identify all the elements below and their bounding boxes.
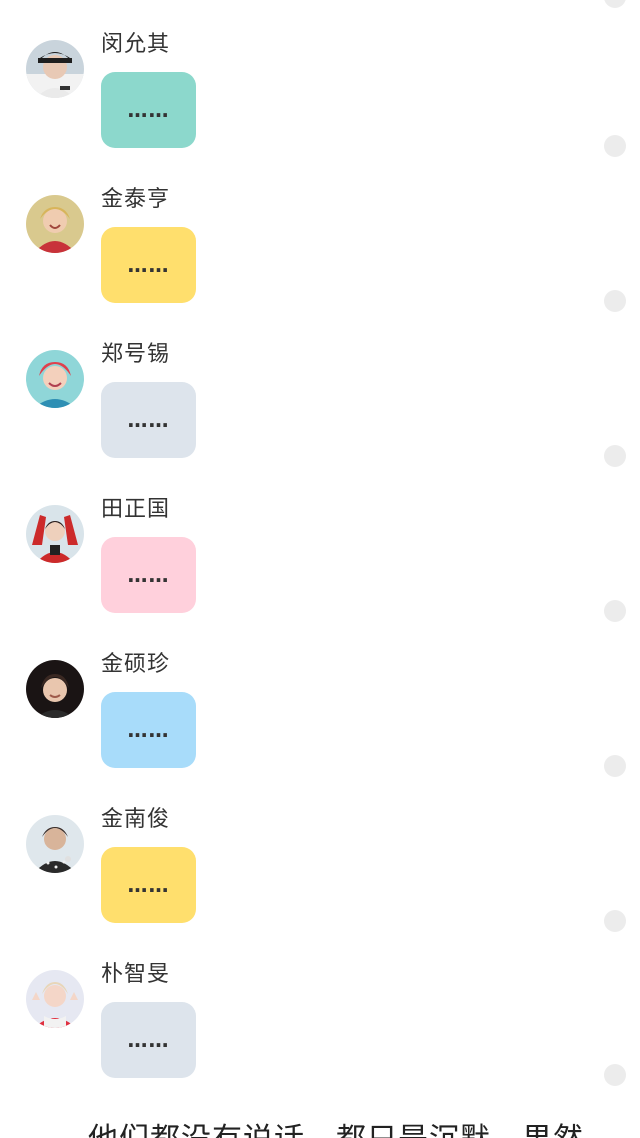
avatar-jungkook-image [26, 505, 84, 563]
read-indicator-dot [604, 445, 626, 467]
chat-message: 金硕珍 …… [0, 652, 640, 815]
read-indicator-dot [604, 910, 626, 932]
message-bubble[interactable]: …… [101, 72, 196, 148]
read-indicator-dot [604, 755, 626, 777]
chat-message: 闵允其 …… [0, 32, 640, 195]
avatar[interactable] [26, 40, 84, 98]
avatar[interactable] [26, 195, 84, 253]
read-indicator-dot [604, 135, 626, 157]
sender-name: 金硕珍 [101, 652, 171, 677]
read-indicator-dot [604, 0, 626, 8]
message-bubble[interactable]: …… [101, 692, 196, 768]
avatar[interactable] [26, 350, 84, 408]
message-bubble[interactable]: …… [101, 382, 196, 458]
chat-message: 金泰亨 …… [0, 187, 640, 350]
read-indicator-dot [604, 600, 626, 622]
chat-message: 金南俊 …… [0, 807, 640, 970]
avatar[interactable] [26, 505, 84, 563]
avatar-jimin-image [26, 970, 84, 1028]
message-bubble[interactable]: …… [101, 847, 196, 923]
chat-message: 田正国 …… [0, 497, 640, 660]
chat-screen: 闵允其 …… 金泰亨 …… 郑号锡 …… 田正国 …… 金硕珍 …… 金南俊 …… [0, 0, 640, 1138]
avatar[interactable] [26, 970, 84, 1028]
avatar-seokjin-image [26, 660, 84, 718]
avatar-yoongi-image [26, 40, 84, 98]
sender-name: 朴智旻 [101, 962, 171, 987]
sender-name: 金泰亨 [101, 187, 171, 212]
message-bubble[interactable]: …… [101, 1002, 196, 1078]
avatar-taehyung-image [26, 195, 84, 253]
avatar-namjoon-image [26, 815, 84, 873]
read-indicator-dot [604, 290, 626, 312]
sender-name: 金南俊 [101, 807, 171, 832]
message-bubble[interactable]: …… [101, 537, 196, 613]
avatar-hoseok-image [26, 350, 84, 408]
narrative-text: 他们都没有说话，都只是沉默，果然 [88, 1120, 584, 1138]
avatar[interactable] [26, 815, 84, 873]
read-indicator-dot [604, 1064, 626, 1086]
message-bubble[interactable]: …… [101, 227, 196, 303]
sender-name: 田正国 [101, 497, 171, 522]
sender-name: 闵允其 [101, 32, 171, 57]
sender-name: 郑号锡 [101, 342, 171, 367]
avatar[interactable] [26, 660, 84, 718]
chat-message: 朴智旻 …… [0, 962, 640, 1125]
chat-message: 郑号锡 …… [0, 342, 640, 505]
